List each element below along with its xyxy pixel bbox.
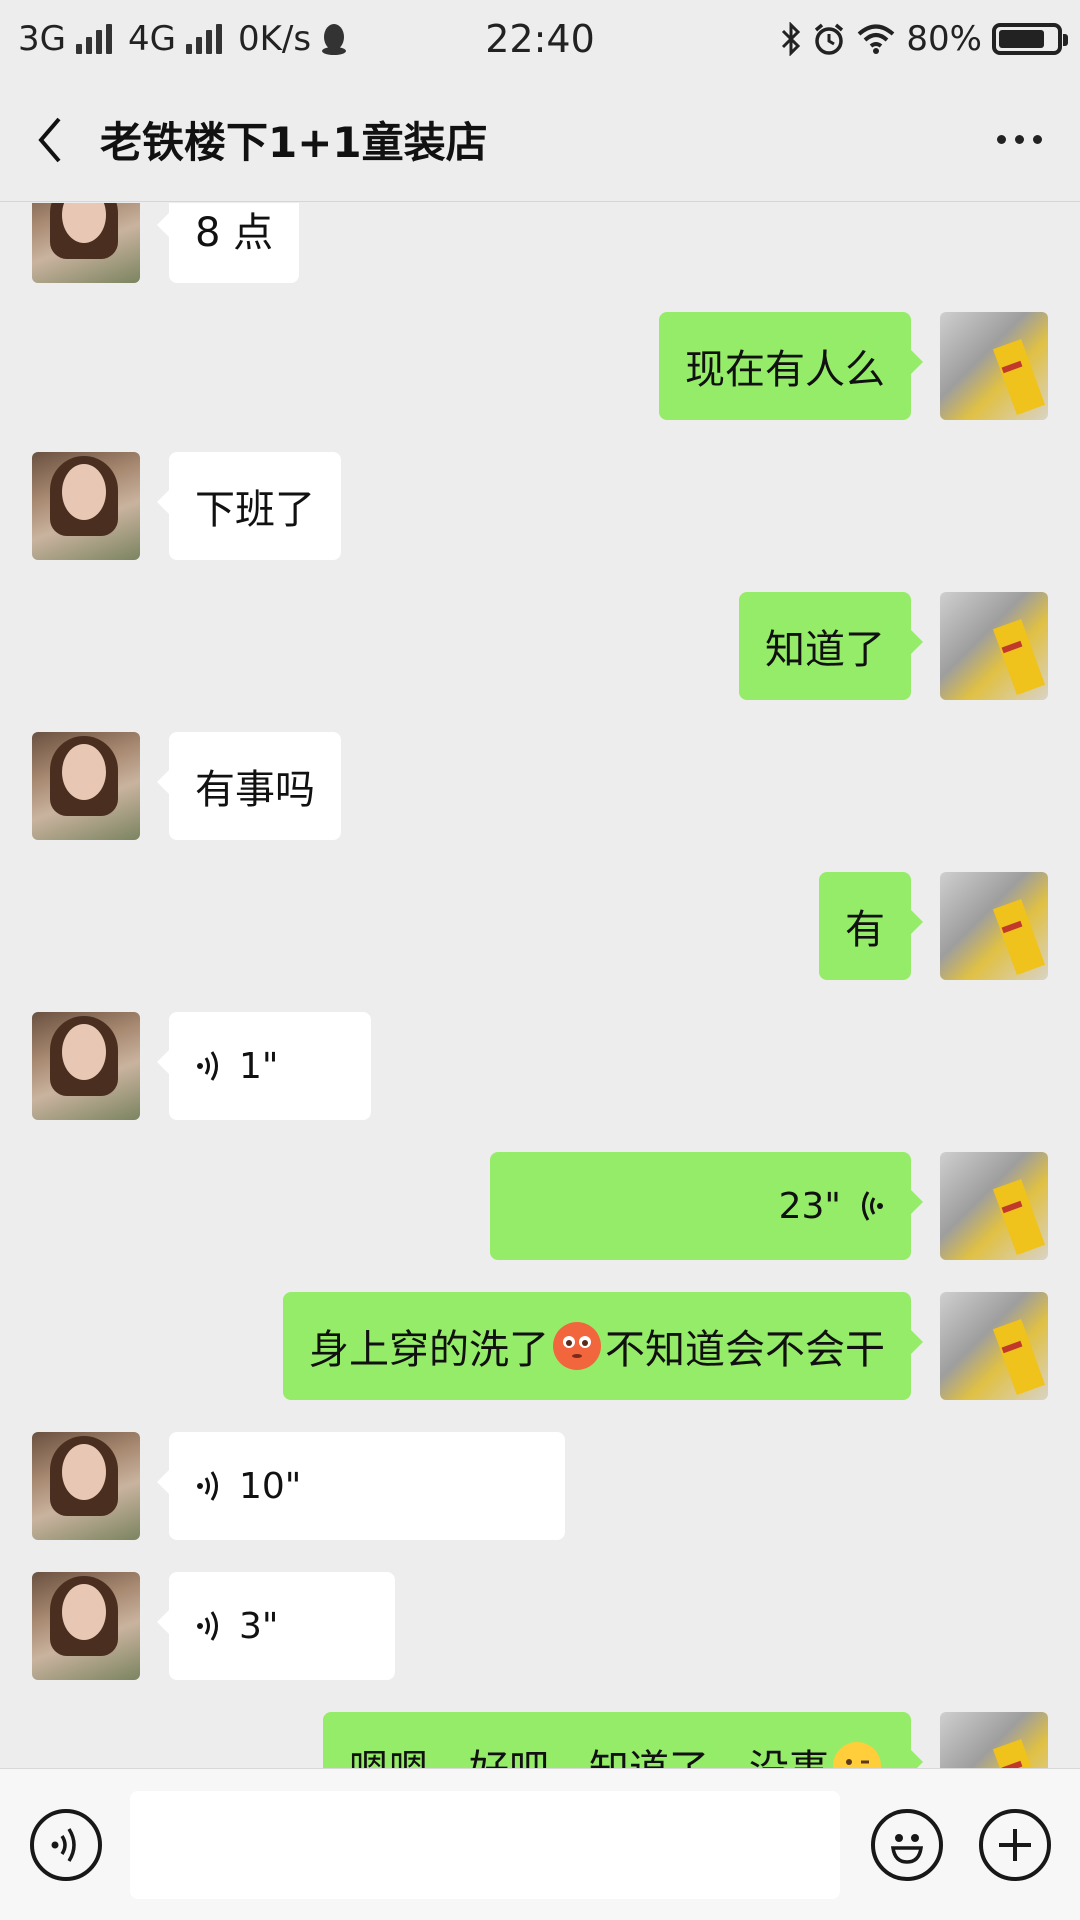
- message-text: 下班了: [195, 487, 315, 533]
- smiley-icon: [890, 1834, 924, 1864]
- plus-icon: [999, 1829, 1031, 1861]
- contact-avatar[interactable]: [32, 1572, 140, 1680]
- voice-wave-icon: [197, 1051, 218, 1081]
- battery-icon: [992, 23, 1068, 55]
- message-input[interactable]: [130, 1791, 840, 1899]
- message-bubble[interactable]: 有: [819, 872, 923, 980]
- battery-percent: 80%: [906, 19, 982, 59]
- network-4g-label: 4G: [127, 19, 176, 59]
- my-avatar[interactable]: [940, 872, 1048, 980]
- message-row: 嗯嗯，好吧，知道了，没事: [0, 1712, 1080, 1768]
- voice-message-bubble[interactable]: 23": [490, 1152, 923, 1260]
- my-avatar[interactable]: [940, 1152, 1048, 1260]
- voice-duration: 3": [239, 1605, 279, 1647]
- wink-emoji-icon: [833, 1742, 881, 1768]
- status-right: 80%: [780, 19, 1068, 59]
- message-bubble[interactable]: 现在有人么: [659, 312, 923, 420]
- voice-input-button[interactable]: [30, 1809, 102, 1881]
- message-row: 知道了: [0, 592, 1080, 700]
- voice-wave-icon: [862, 1191, 883, 1221]
- voice-duration: 1": [239, 1045, 279, 1087]
- message-row: 身上穿的洗了 不知道会不会干: [0, 1292, 1080, 1400]
- bluetooth-icon: [782, 22, 801, 56]
- message-row: 8 点: [0, 203, 1080, 283]
- message-row: 有事吗: [0, 732, 1080, 840]
- message-row: 下班了: [0, 452, 1080, 560]
- alarm-icon: [815, 23, 844, 55]
- contact-avatar[interactable]: [32, 1012, 140, 1120]
- qq-penguin-icon: [322, 24, 347, 55]
- more-dots-icon: [1033, 135, 1042, 144]
- message-text: 不知道会不会干: [605, 1327, 885, 1373]
- message-text: 有事吗: [195, 767, 315, 813]
- my-avatar[interactable]: [940, 592, 1048, 700]
- voice-duration: 23": [778, 1185, 841, 1227]
- voice-wave-icon: [197, 1471, 218, 1501]
- chevron-left-icon: [38, 117, 61, 162]
- message-row: 10": [0, 1432, 1080, 1540]
- message-text: 嗯嗯，好吧，知道了，没事: [349, 1737, 829, 1768]
- chat-header: 老铁楼下1+1童装店: [0, 78, 1080, 202]
- message-row: 有: [0, 872, 1080, 980]
- message-row: 3": [0, 1572, 1080, 1680]
- voice-wave-icon: [197, 1611, 218, 1641]
- more-options-button[interactable]: [997, 78, 1042, 201]
- voice-message-bubble[interactable]: 10": [157, 1432, 565, 1540]
- more-functions-button[interactable]: [979, 1809, 1051, 1881]
- my-avatar[interactable]: [940, 312, 1048, 420]
- voice-message-bubble[interactable]: 1": [157, 1012, 371, 1120]
- message-row: 1": [0, 1012, 1080, 1120]
- voice-duration: 10": [239, 1465, 302, 1507]
- network-3g-label: 3G: [18, 19, 66, 59]
- message-text: 8 点: [195, 210, 274, 256]
- chat-title: 老铁楼下1+1童装店: [100, 118, 488, 167]
- message-text: 有: [845, 907, 885, 953]
- more-dots-icon: [997, 135, 1006, 144]
- message-bubble[interactable]: 知道了: [739, 592, 923, 700]
- message-text: 知道了: [765, 627, 885, 673]
- message-bubble[interactable]: 有事吗: [157, 732, 341, 840]
- message-text: 身上穿的洗了: [309, 1327, 549, 1373]
- message-row: 23": [0, 1152, 1080, 1260]
- more-dots-icon: [1015, 135, 1024, 144]
- message-bubble[interactable]: 8 点: [156, 203, 300, 283]
- wifi-icon: [858, 24, 895, 54]
- flushed-emoji-icon: [553, 1322, 601, 1370]
- message-list[interactable]: 8 点 现在有人么 下班了 知道了 有事吗 有 1" 23" 身上穿的洗了 不知…: [0, 203, 1080, 1768]
- input-bar: [0, 1768, 1080, 1920]
- voice-message-bubble[interactable]: 3": [157, 1572, 395, 1680]
- my-avatar[interactable]: [940, 1712, 1048, 1768]
- network-speed: 0K/s: [237, 19, 312, 59]
- my-avatar[interactable]: [940, 1292, 1048, 1400]
- back-button[interactable]: [0, 78, 100, 201]
- message-row: 现在有人么: [0, 312, 1080, 420]
- emoji-button[interactable]: [871, 1809, 943, 1881]
- message-text: 现在有人么: [685, 347, 885, 393]
- message-bubble[interactable]: 下班了: [157, 452, 341, 560]
- contact-avatar[interactable]: [32, 452, 140, 560]
- signal-icon: [75, 24, 112, 54]
- contact-avatar[interactable]: [32, 203, 140, 283]
- message-bubble[interactable]: 身上穿的洗了 不知道会不会干: [283, 1292, 923, 1400]
- status-left: 3G 4G 0K/s: [18, 19, 347, 59]
- voice-icon: [51, 1828, 76, 1862]
- status-bar: 3G 4G 0K/s 22:40 80%: [0, 0, 1080, 78]
- signal-icon: [185, 24, 222, 54]
- contact-avatar[interactable]: [32, 732, 140, 840]
- contact-avatar[interactable]: [32, 1432, 140, 1540]
- message-bubble[interactable]: 嗯嗯，好吧，知道了，没事: [323, 1712, 923, 1768]
